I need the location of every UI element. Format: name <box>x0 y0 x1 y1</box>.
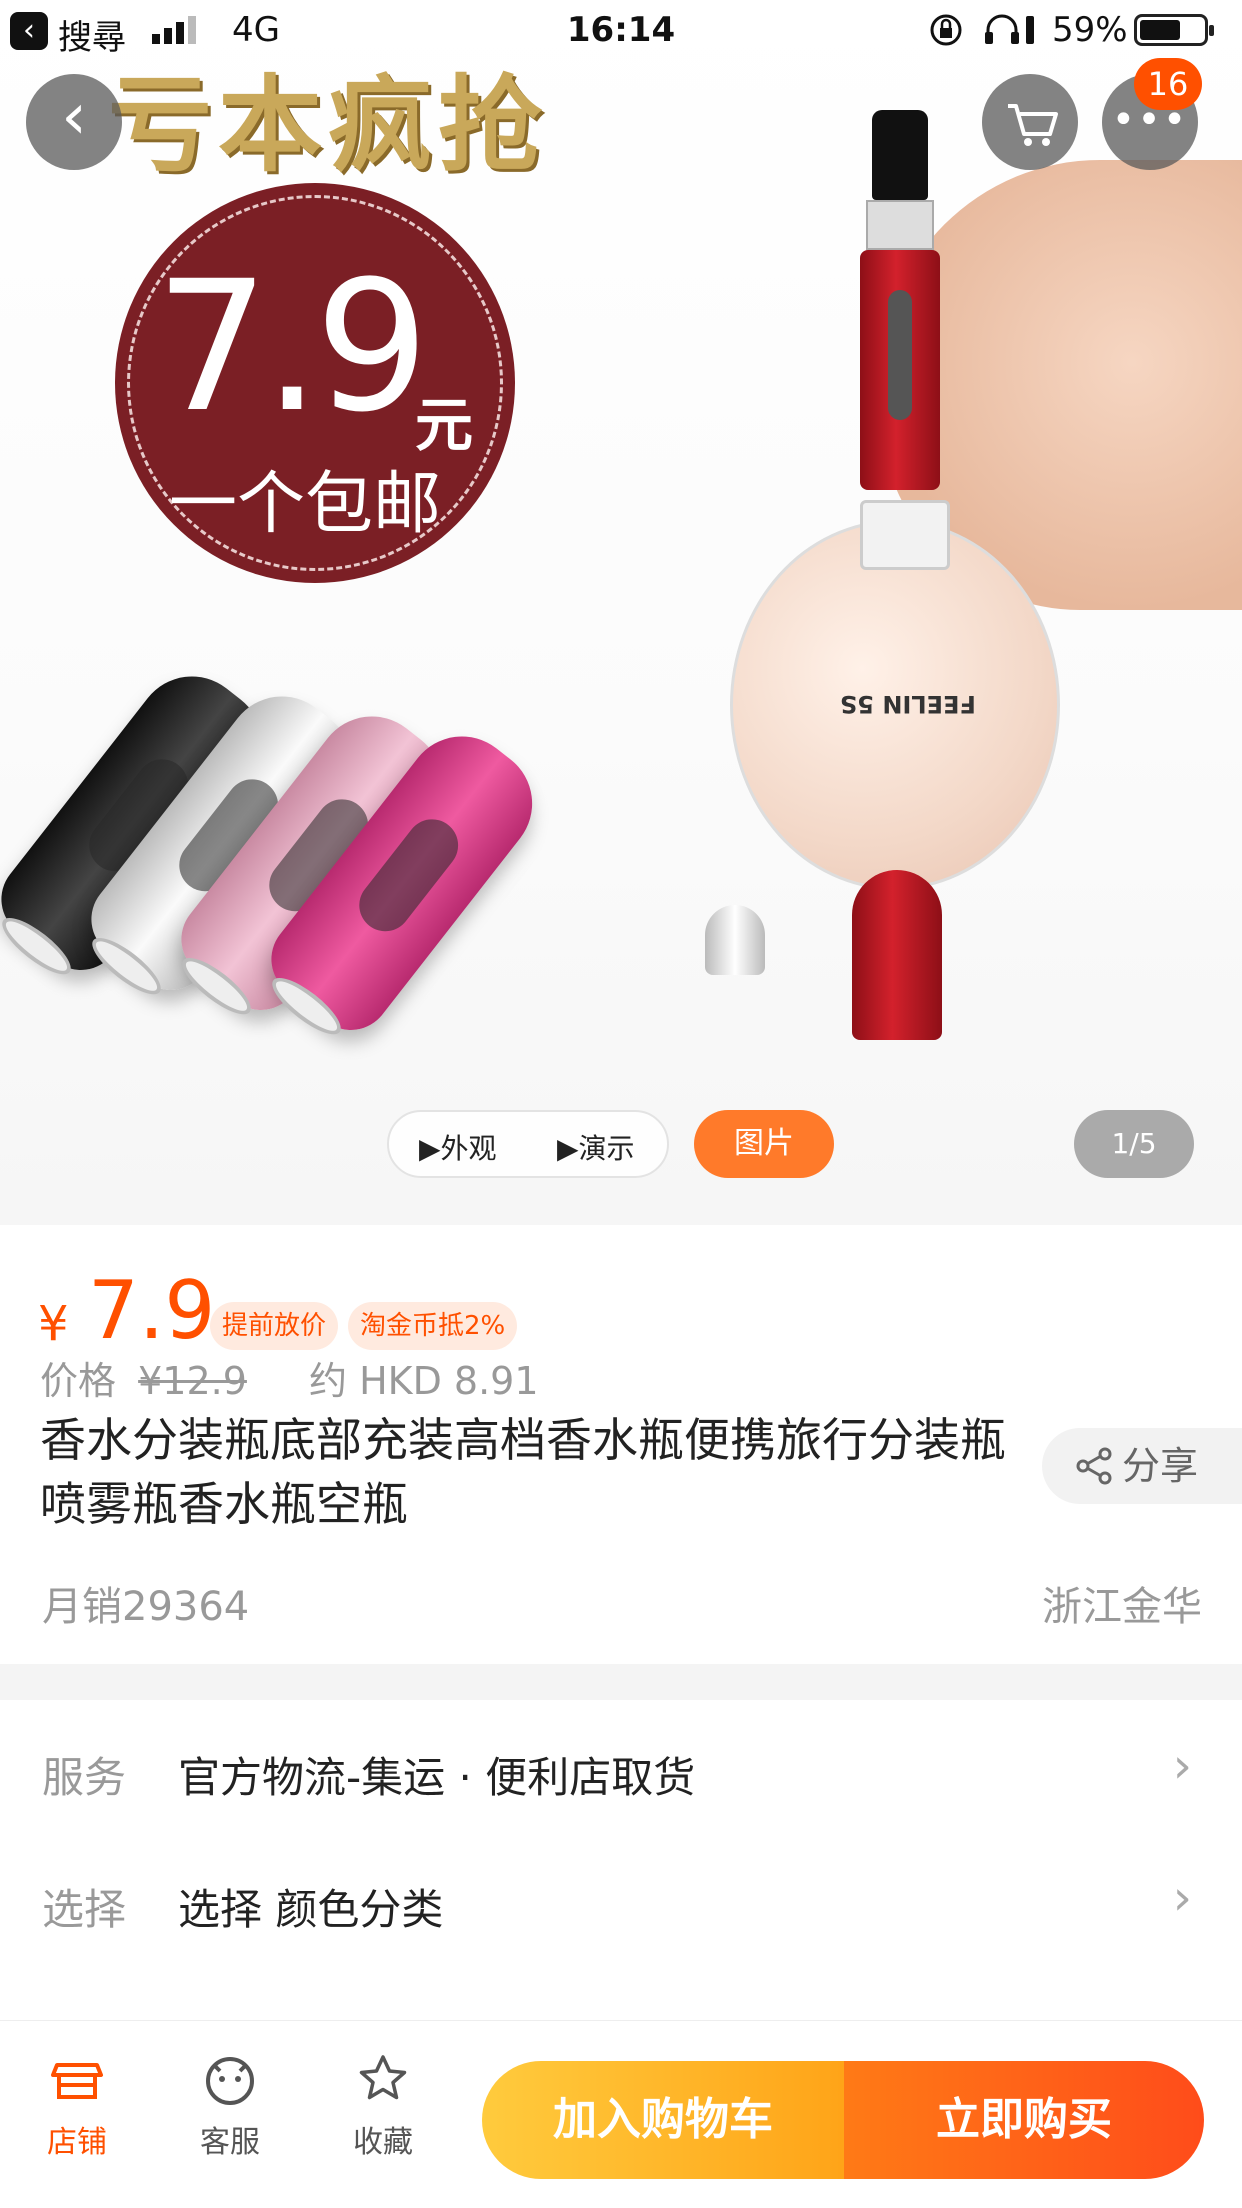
chevron-right-icon: › <box>1172 1870 1192 1926</box>
star-icon <box>359 2055 407 2100</box>
tab-pictures[interactable]: 图片 <box>694 1110 834 1178</box>
add-to-cart-button[interactable]: 加入购物车 <box>482 2061 844 2179</box>
ship-from-location: 浙江金华 <box>1042 1584 1202 1630</box>
store-label: 店铺 <box>47 2125 107 2160</box>
headphones-icon <box>985 14 1034 44</box>
buy-now-button[interactable]: 立即购买 <box>844 2061 1204 2179</box>
perfume-neck <box>860 500 950 570</box>
status-bar: ‹ 搜尋 4G 16:14 59% <box>0 0 1242 60</box>
favorite-button[interactable]: 收藏 <box>328 2051 438 2161</box>
service-value: 官方物流-集运 · 便利店取货 <box>178 1753 696 1802</box>
battery-icon <box>1134 14 1214 46</box>
tab-appearance-video[interactable]: ▶外观 <box>419 1127 497 1167</box>
currency-symbol: ¥ <box>38 1296 69 1352</box>
tab-demo-video[interactable]: ▶演示 <box>557 1127 635 1167</box>
current-price: 7.9 <box>88 1264 216 1357</box>
rotation-lock-icon <box>930 14 962 46</box>
badge-price: 7.9 <box>155 243 429 452</box>
store-icon <box>51 2063 103 2099</box>
share-label: 分享 <box>1122 1444 1199 1488</box>
coin-tag: 淘金币抵2% <box>348 1302 518 1350</box>
customer-service-label: 客服 <box>200 2125 260 2160</box>
favorite-label: 收藏 <box>353 2125 413 2160</box>
hkd-price: 约 HKD 8.91 <box>309 1359 539 1403</box>
original-price: ¥12.9 <box>138 1359 247 1403</box>
chevron-right-icon: › <box>1172 1738 1192 1794</box>
back-button[interactable]: ‹ <box>26 74 122 170</box>
red-spray-bottle <box>850 110 950 510</box>
cart-count-badge: 16 <box>1134 58 1202 110</box>
red-cap <box>852 870 942 1040</box>
image-pager: 1/5 <box>1074 1110 1194 1178</box>
cart-button[interactable] <box>982 74 1078 170</box>
price-badge: 7.9 元 一个包邮 <box>115 183 515 583</box>
sku-select-row[interactable]: 选择 选择 颜色分类 › <box>0 1840 1242 1960</box>
cart-icon <box>1008 104 1058 146</box>
original-price-row: 价格 ¥12.9 约 HKD 8.91 <box>40 1350 539 1405</box>
promo-banner: 亏本疯抢 <box>108 63 549 186</box>
share-icon <box>1076 1447 1112 1485</box>
select-label: 选择 <box>42 1885 127 1934</box>
product-title: 香水分装瓶底部充装高档香水瓶便携旅行分装瓶喷雾瓶香水瓶空瓶 <box>40 1413 1006 1531</box>
silver-cap <box>705 905 765 975</box>
customer-service-button[interactable]: 客服 <box>175 2051 285 2161</box>
share-button[interactable]: 分享 <box>1042 1428 1242 1504</box>
battery-percent: 59% <box>1052 10 1128 50</box>
promo-tag: 提前放价 <box>210 1302 339 1350</box>
bottom-action-bar: 店铺 客服 收藏 加入购物车 立即购买 <box>0 2020 1242 2208</box>
badge-shipping: 一个包邮 <box>169 465 442 544</box>
select-value: 选择 颜色分类 <box>178 1885 444 1934</box>
section-divider <box>0 1664 1242 1700</box>
media-tabs: ▶外观 ▶演示 <box>387 1110 669 1178</box>
perfume-label: FEELIN 5S <box>840 690 976 718</box>
service-row[interactable]: 服务 官方物流-集运 · 便利店取货 › <box>0 1708 1242 1828</box>
store-button[interactable]: 店铺 <box>22 2051 132 2161</box>
original-price-label: 价格 <box>40 1359 117 1403</box>
chat-face-icon <box>206 2057 254 2105</box>
monthly-sales: 月销29364 <box>42 1584 250 1630</box>
product-image-carousel[interactable]: 亏本疯抢 7.9 元 一个包邮 FEELIN 5S ▶外观 ▶演示 图片 1/5 <box>0 0 1242 1225</box>
service-label: 服务 <box>42 1753 127 1802</box>
